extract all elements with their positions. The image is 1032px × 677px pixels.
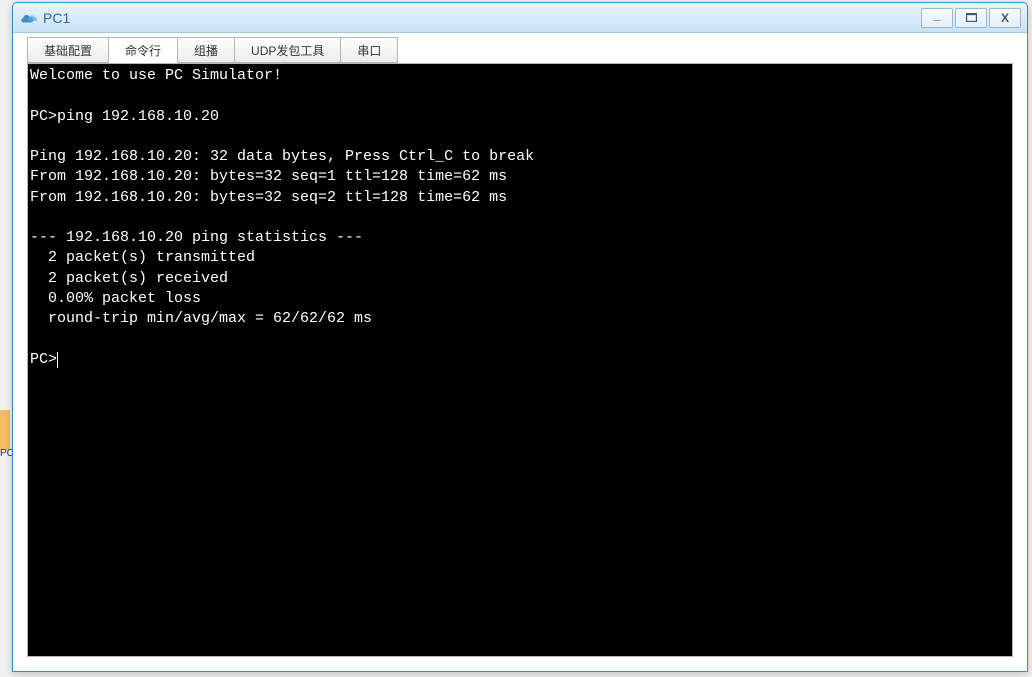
terminal-line (30, 127, 1010, 147)
close-icon: X (1001, 11, 1009, 25)
terminal-line: PC>ping 192.168.10.20 (30, 107, 1010, 127)
terminal-line: From 192.168.10.20: bytes=32 seq=1 ttl=1… (30, 167, 1010, 187)
terminal-cursor (57, 352, 58, 368)
window-controls: _ X (921, 8, 1021, 28)
tab-serial[interactable]: 串口 (340, 37, 398, 63)
terminal-output[interactable]: Welcome to use PC Simulator! PC>ping 192… (27, 63, 1013, 657)
terminal-line (30, 329, 1010, 349)
close-button[interactable]: X (989, 8, 1021, 28)
window-titlebar[interactable]: PC1 _ X (13, 3, 1027, 33)
tab-command-line[interactable]: 命令行 (108, 37, 178, 63)
tab-basic-config[interactable]: 基础配置 (27, 37, 109, 63)
terminal-line: Ping 192.168.10.20: 32 data bytes, Press… (30, 147, 1010, 167)
maximize-button[interactable] (955, 8, 987, 28)
terminal-line: PC> (30, 350, 1010, 370)
terminal-line: 2 packet(s) received (30, 269, 1010, 289)
window-title: PC1 (43, 10, 921, 26)
tab-bar: 基础配置 命令行 组播 UDP发包工具 串口 (13, 33, 1027, 63)
minimize-button[interactable]: _ (921, 8, 953, 28)
tab-label: UDP发包工具 (251, 42, 324, 59)
terminal-line (30, 208, 1010, 228)
tab-label: 基础配置 (44, 42, 92, 59)
terminal-line: 2 packet(s) transmitted (30, 248, 1010, 268)
terminal-line: Welcome to use PC Simulator! (30, 66, 1010, 86)
minimize-icon: _ (933, 7, 940, 22)
desktop-pc-icon (0, 410, 10, 450)
maximize-icon (966, 10, 977, 25)
terminal-line: --- 192.168.10.20 ping statistics --- (30, 228, 1010, 248)
pc-simulator-window: PC1 _ X 基础配置 命令行 组播 UDP发包工具 (12, 2, 1028, 672)
terminal-line (30, 86, 1010, 106)
tab-label: 组播 (194, 42, 218, 59)
tab-label: 命令行 (125, 42, 161, 59)
tab-udp-tool[interactable]: UDP发包工具 (234, 37, 341, 63)
tab-label: 串口 (357, 42, 381, 59)
terminal-line: round-trip min/avg/max = 62/62/62 ms (30, 309, 1010, 329)
terminal-line: 0.00% packet loss (30, 289, 1010, 309)
terminal-line: From 192.168.10.20: bytes=32 seq=2 ttl=1… (30, 188, 1010, 208)
content-area: Welcome to use PC Simulator! PC>ping 192… (13, 63, 1027, 671)
tab-multicast[interactable]: 组播 (177, 37, 235, 63)
app-icon (19, 9, 37, 27)
